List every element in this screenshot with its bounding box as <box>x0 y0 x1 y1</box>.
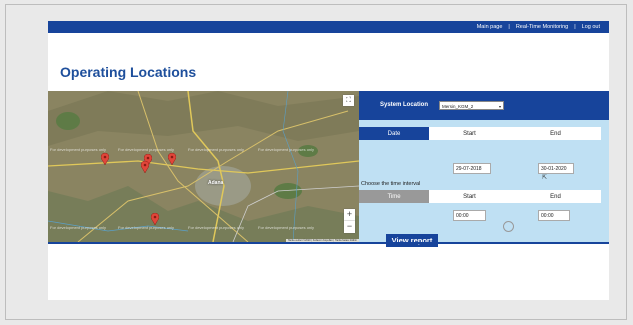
map-dev-watermark: For development purposes only <box>188 225 245 230</box>
map-dev-watermark: For development purposes only <box>258 147 315 152</box>
system-location-value: Mersin_KGM_2 <box>442 104 474 109</box>
caret-down-icon: ▾ <box>498 104 501 109</box>
map-dev-watermark: For development purposes only <box>118 147 175 152</box>
zoom-out-button[interactable]: − <box>344 221 355 233</box>
time-interval-label: Choose the time interval <box>361 181 421 187</box>
time-start-header: Start <box>429 190 510 203</box>
map-marker-icon[interactable] <box>101 153 109 165</box>
loading-spinner-icon <box>503 221 514 232</box>
time-header-label: Time <box>359 190 429 203</box>
map-marker-icon[interactable] <box>151 213 159 225</box>
time-header-row: Time Start End <box>359 190 601 203</box>
outer-frame: Main page | Real-Time Monitoring | Log o… <box>5 4 627 320</box>
zoom-in-button[interactable]: + <box>344 209 355 221</box>
system-location-select[interactable]: Mersin_KGM_2 ▾ <box>439 101 504 110</box>
end-time-input[interactable]: 00:00 <box>538 210 570 221</box>
nav-separator: | <box>574 24 576 30</box>
date-start-header: Start <box>429 127 510 140</box>
map-dev-watermark: For development purposes only <box>50 225 107 230</box>
mouse-cursor-icon: ⇱ <box>542 175 548 181</box>
date-end-header: End <box>510 127 601 140</box>
start-date-input[interactable]: 29-07-2018 <box>453 163 491 174</box>
map-view[interactable]: For development purposes only For develo… <box>48 91 359 242</box>
section-divider <box>48 242 609 244</box>
report-panel: System Location Mersin_KGM_2 ▾ Date Star… <box>359 91 609 247</box>
page-title: Operating Locations <box>60 64 197 80</box>
map-city-label: Adana <box>208 180 224 186</box>
nav-logout[interactable]: Log out <box>582 24 600 30</box>
panel-header: System Location Mersin_KGM_2 ▾ <box>359 91 609 120</box>
nav-separator: | <box>508 24 510 30</box>
map-dev-watermark: For development purposes only <box>188 147 245 152</box>
top-navigation-bar: Main page | Real-Time Monitoring | Log o… <box>48 21 609 33</box>
map-terrain <box>48 91 359 242</box>
date-header-label: Date <box>359 127 429 140</box>
start-time-input[interactable]: 00:00 <box>453 210 486 221</box>
fullscreen-icon[interactable]: ⛶ <box>343 95 354 106</box>
nav-main-page[interactable]: Main page <box>477 24 503 30</box>
view-report-button[interactable]: View report <box>386 234 438 247</box>
page-container: Main page | Real-Time Monitoring | Log o… <box>48 21 609 300</box>
map-dev-watermark: For development purposes only <box>258 225 315 230</box>
map-dev-watermark: For development purposes only <box>118 225 175 230</box>
map-marker-icon[interactable] <box>168 153 176 165</box>
end-date-input[interactable]: 30-01-2020 <box>538 163 574 174</box>
system-location-label: System Location <box>380 102 429 108</box>
map-dev-watermark: For development purposes only <box>50 147 107 152</box>
time-end-header: End <box>510 190 601 203</box>
map-marker-icon[interactable] <box>141 161 149 173</box>
nav-realtime-monitoring[interactable]: Real-Time Monitoring <box>516 24 568 30</box>
date-header-row: Date Start End <box>359 127 601 140</box>
